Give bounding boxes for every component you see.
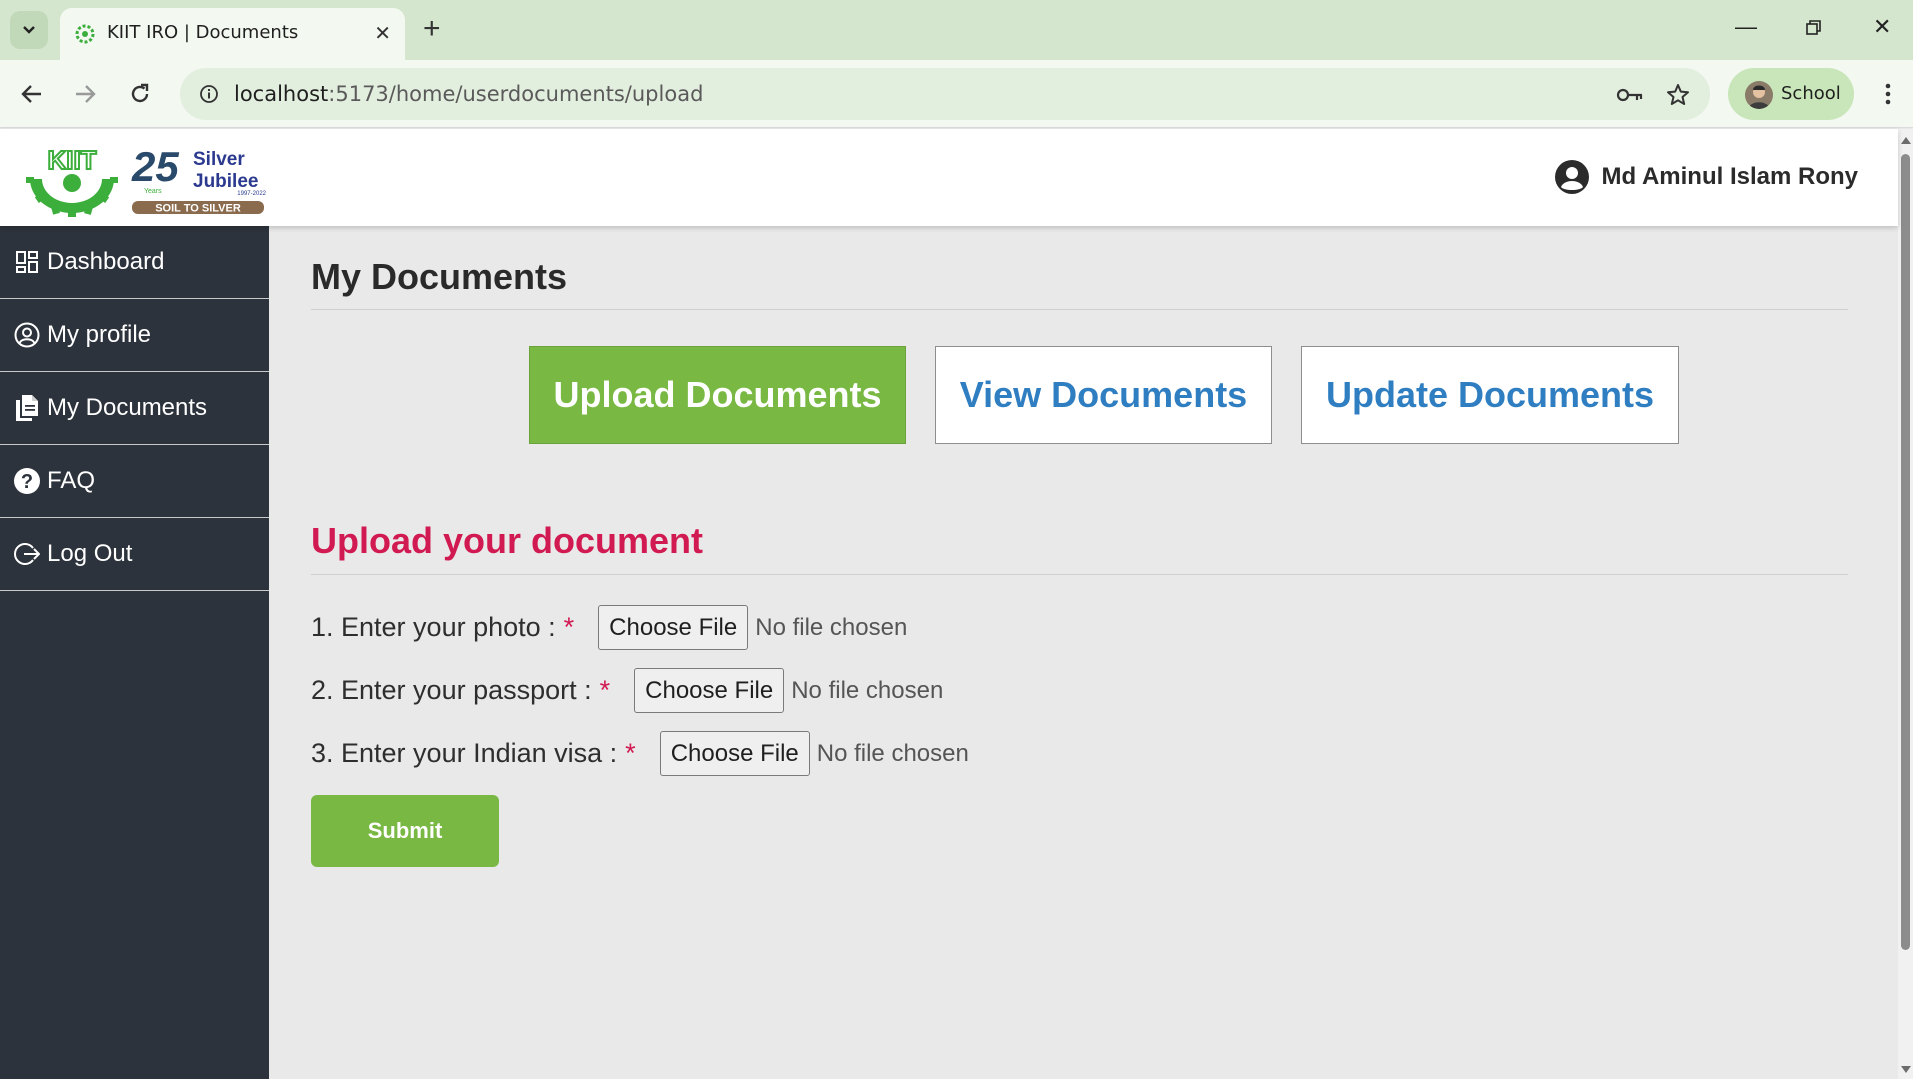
user-circle-icon	[13, 321, 41, 349]
profile-avatar	[1745, 81, 1773, 109]
reload-button[interactable]	[120, 74, 160, 114]
site-info-button[interactable]	[190, 75, 228, 113]
url-host: localhost	[234, 82, 329, 106]
svg-text:?: ?	[21, 471, 33, 493]
user-account-icon	[1554, 160, 1589, 194]
sidebar-item-label: FAQ	[47, 467, 96, 494]
tab-search-button[interactable]	[10, 11, 48, 49]
url-text[interactable]: localhost:5173/home/userdocuments/upload	[234, 82, 703, 106]
user-name: Md Aminul Islam Rony	[1601, 163, 1858, 190]
sidebar-item-label: Dashboard	[47, 248, 165, 275]
scroll-up-arrow-icon[interactable]	[1901, 137, 1911, 144]
kiit-logo[interactable]: KIIT	[22, 139, 122, 217]
profile-button[interactable]: School	[1728, 68, 1854, 120]
passport-upload-row: 2. Enter your passport : * Choose File N…	[311, 668, 943, 713]
info-icon	[200, 85, 218, 103]
chevron-down-icon	[23, 26, 35, 34]
required-marker: *	[563, 612, 575, 642]
required-marker: *	[599, 675, 611, 705]
url-path: :5173/home/userdocuments/upload	[328, 82, 704, 106]
submit-button[interactable]: Submit	[311, 795, 499, 867]
forward-button[interactable]	[65, 74, 105, 114]
passport-field-label: 2. Enter your passport :	[311, 675, 592, 705]
main-content: My Documents Upload Documents View Docum…	[269, 226, 1898, 1079]
jubilee-number: 25	[131, 143, 179, 190]
browser-tab-bar: KIIT IRO | Documents ✕ + — ✕	[0, 0, 1913, 60]
restore-icon[interactable]	[1806, 20, 1822, 36]
visa-file-status: No file chosen	[816, 739, 969, 767]
question-circle-icon: ?	[13, 467, 41, 495]
tab-upload-documents[interactable]: Upload Documents	[529, 346, 906, 444]
photo-upload-row: 1. Enter your photo : * Choose File No f…	[311, 605, 907, 650]
more-vertical-icon	[1885, 83, 1891, 105]
dashboard-icon	[13, 248, 41, 276]
required-marker: *	[625, 738, 636, 768]
jubilee-tagline: SOIL TO SILVER	[155, 203, 241, 215]
minimize-icon[interactable]: —	[1735, 14, 1757, 40]
tab-view-documents[interactable]: View Documents	[935, 346, 1272, 444]
close-window-icon[interactable]: ✕	[1873, 14, 1891, 40]
page-scrollbar[interactable]	[1898, 129, 1913, 1079]
back-button[interactable]	[12, 74, 52, 114]
visa-upload-row: 3. Enter your Indian visa : * Choose Fil…	[311, 731, 969, 776]
page-title: My Documents	[311, 256, 568, 297]
jubilee-years: Years	[144, 188, 162, 195]
documents-icon	[13, 394, 41, 422]
photo-field-label: 1. Enter your photo :	[311, 612, 556, 642]
scrollbar-thumb[interactable]	[1901, 154, 1910, 950]
section-title: Upload your document	[311, 520, 704, 561]
divider	[311, 309, 1848, 310]
reload-icon	[131, 83, 149, 103]
sidebar-item-my-documents[interactable]: My Documents	[0, 372, 269, 445]
sidebar-item-dashboard[interactable]: Dashboard	[0, 226, 269, 299]
address-bar[interactable]: localhost:5173/home/userdocuments/upload	[180, 68, 1710, 120]
sidebar-item-label: My profile	[47, 321, 152, 348]
new-tab-icon[interactable]: +	[423, 12, 441, 46]
passport-file-status: No file chosen	[791, 676, 944, 704]
sidebar-item-label: Log Out	[47, 540, 133, 567]
jubilee-line1: Silver	[193, 149, 245, 170]
bookmark-star-icon[interactable]	[1663, 80, 1693, 110]
sidebar-item-faq[interactable]: ? FAQ	[0, 445, 269, 518]
kiit-logo-text: KIIT	[47, 145, 96, 175]
divider	[311, 574, 1848, 575]
passport-choose-file-button[interactable]: Choose File	[634, 668, 785, 713]
page-header: KIIT 25 Years Silver Jubilee 1997-2022 S…	[0, 129, 1898, 226]
close-tab-icon[interactable]: ✕	[374, 21, 391, 46]
sidebar: Dashboard My profile My Documents ? FAQ …	[0, 226, 269, 1079]
visa-field-label: 3. Enter your Indian visa :	[311, 738, 618, 768]
photo-choose-file-button[interactable]: Choose File	[598, 605, 749, 650]
jubilee-dates: 1997-2022	[237, 191, 266, 197]
sidebar-item-label: My Documents	[47, 394, 208, 421]
tab-title: KIIT IRO | Documents	[107, 22, 299, 43]
jubilee-line2: Jubilee	[193, 171, 258, 192]
logout-icon	[13, 540, 41, 568]
arrow-left-icon	[21, 85, 41, 103]
sidebar-item-my-profile[interactable]: My profile	[0, 299, 269, 372]
browser-tab-active[interactable]: KIIT IRO | Documents ✕	[60, 8, 405, 60]
scroll-down-arrow-icon[interactable]	[1901, 1066, 1911, 1073]
kiit-favicon-icon	[75, 24, 95, 44]
silver-jubilee-badge: 25 Years Silver Jubilee 1997-2022 SOIL T…	[131, 143, 267, 215]
user-menu[interactable]: Md Aminul Islam Rony	[1554, 159, 1858, 195]
browser-toolbar: localhost:5173/home/userdocuments/upload…	[0, 60, 1913, 128]
profile-name: School	[1781, 83, 1841, 104]
tab-update-documents[interactable]: Update Documents	[1301, 346, 1679, 444]
browser-menu-button[interactable]	[1873, 74, 1903, 114]
visa-choose-file-button[interactable]: Choose File	[659, 731, 810, 776]
photo-file-status: No file chosen	[755, 613, 908, 641]
arrow-right-icon	[76, 85, 96, 103]
password-key-icon[interactable]	[1615, 80, 1645, 110]
sidebar-item-log-out[interactable]: Log Out	[0, 518, 269, 591]
